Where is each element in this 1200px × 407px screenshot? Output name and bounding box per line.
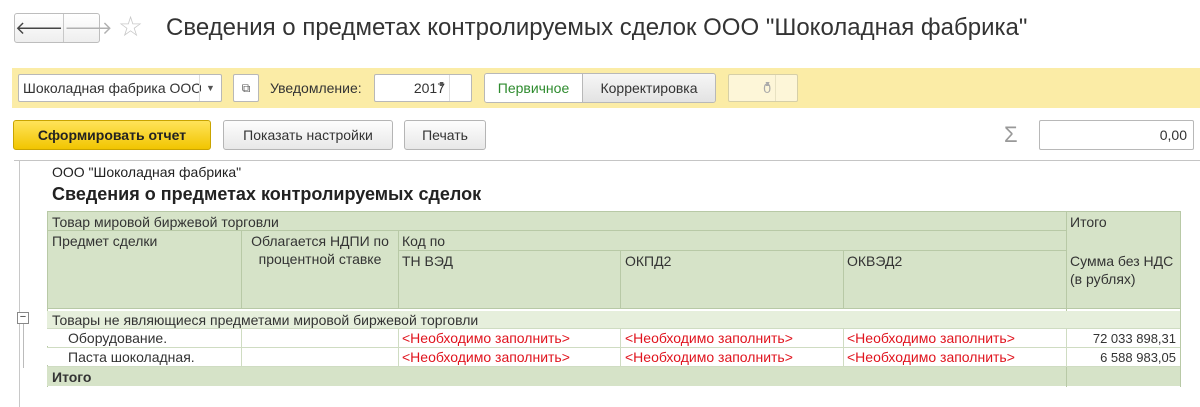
header-line [398,250,1066,251]
sum-field[interactable]: 0,00 [1039,120,1194,150]
row-sum[interactable]: 72 033 898,31 [1066,330,1176,348]
total-row[interactable] [47,367,1180,386]
open-window-icon: ⧉ [241,80,251,95]
row-tn-ved[interactable]: <Необходимо заполнить> [402,348,570,366]
header-tn-ved: ТН ВЭД [402,253,453,269]
header-ndpi: Облагается НДПИ по процентной ставке [251,233,389,267]
header-line [398,230,399,309]
organization-field[interactable]: Шоколадная фабрика ООО ▼ [18,74,222,102]
row-okpd2[interactable]: <Необходимо заполнить> [625,348,793,366]
primary-toggle-button[interactable]: Первичное [485,74,583,102]
navigation-group: 🡐 🡒 [14,13,113,43]
report-org-name: ООО "Шоколадная фабрика" [52,164,242,180]
organization-value: Шоколадная фабрика ООО [23,80,201,96]
header-group-title: Товар мировой биржевой торговли [52,214,279,230]
header-line [1066,367,1067,386]
generate-report-button[interactable]: Сформировать отчет [13,120,211,150]
column-line [241,328,242,367]
header-line [620,250,621,309]
header-line [843,250,844,309]
header-sum-no-vat: Сумма без НДС (в рублях) [1070,253,1174,287]
title-bar: 🡐 🡒 ☆ Сведения о предметах контролируемы… [0,0,1200,62]
header-okpd2: ОКПД2 [625,253,672,269]
arrow-left-icon: 🡐 [15,17,64,38]
print-button[interactable]: Печать [404,120,486,150]
row-okpd2[interactable]: <Необходимо заполнить> [625,329,793,347]
show-settings-button[interactable]: Показать настройки [223,120,393,150]
forward-button[interactable]: 🡒 [63,14,113,42]
tree-line [23,324,24,368]
spin-down-icon[interactable]: ▼ [764,80,771,90]
header-line [1180,211,1181,387]
arrow-right-icon: 🡒 [64,17,113,38]
row-tn-ved[interactable]: <Необходимо заполнить> [402,329,570,347]
collapse-icon[interactable]: − [17,312,29,324]
open-organization-button[interactable]: ⧉ [233,74,259,102]
column-line [843,328,844,367]
header-line [47,308,1180,309]
star-icon[interactable]: ☆ [118,12,143,42]
notification-label: Уведомление: [270,80,362,96]
row-okved2[interactable]: <Необходимо заполнить> [847,348,1015,366]
correction-number-field[interactable]: 0 ▲ ▼ [728,74,798,102]
correction-toggle-button[interactable]: Корректировка [583,74,715,102]
chevron-down-icon[interactable]: ▼ [199,75,221,101]
back-button[interactable]: 🡐 [15,14,63,42]
header-line [241,230,242,309]
notification-type-toggle: Первичное Корректировка [484,73,716,103]
header-total-title: Итого [1070,214,1107,230]
report-title: Сведения о предметах контролируемых сдел… [52,184,482,204]
parameters-bar: Шоколадная фабрика ООО ▼ ⧉ Уведомление: … [12,68,1200,108]
row-okved2[interactable]: <Необходимо заполнить> [847,329,1015,347]
row-subject: Паста шоколадная. [68,349,195,365]
year-field[interactable]: 2017 ▲ ▼ [374,74,472,102]
header-code-by: Код по [402,233,446,249]
spin-down-icon[interactable]: ▼ [438,80,445,90]
sum-value: 0,00 [1159,127,1187,143]
total-label: Итого [52,369,92,385]
correction-spinner[interactable]: ▲ ▼ [764,75,797,101]
group-row-label: Товары не являющиеся предметами мировой … [52,312,479,328]
header-okved2: ОКВЭД2 [847,253,903,269]
row-subject: Оборудование. [68,330,168,346]
page-title: Сведения о предметах контролируемых сдел… [166,14,1028,41]
row-sum[interactable]: 6 588 983,05 [1066,349,1176,367]
report-left-border [19,160,20,407]
header-subject: Предмет сделки [52,233,158,249]
column-line [398,328,399,367]
column-line [620,328,621,367]
header-line [47,211,1180,212]
sigma-icon: Σ [1004,122,1018,147]
year-spinner[interactable]: ▲ ▼ [438,75,471,101]
